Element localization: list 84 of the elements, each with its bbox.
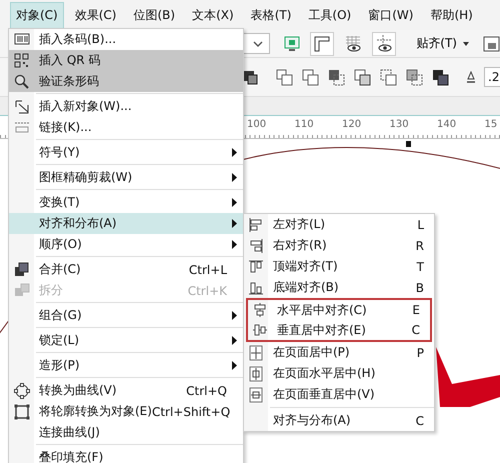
menu-item[interactable]: 转换为曲线(V) Ctrl+Q [9, 380, 243, 401]
square-nodes-icon [14, 404, 30, 420]
snap-button[interactable]: 贴齐(T) [412, 33, 473, 54]
pen-icon [467, 71, 475, 83]
submenu-arrow-icon [232, 311, 237, 320]
menu-item[interactable]: 位图(B) [128, 2, 182, 28]
image-icon[interactable] [483, 36, 500, 52]
menu-item[interactable]: 将轮廓转换为对象(E)Ctrl+Shift+Q [9, 401, 243, 422]
menu-item[interactable]: 变换(T) [9, 192, 243, 213]
menu-item[interactable]: 锁定(L) [9, 330, 243, 351]
align-bottom-icon [248, 280, 264, 296]
menu-item[interactable]: 帮助(H) [424, 2, 479, 28]
menu-item[interactable]: 右对齐(R) R [244, 235, 434, 256]
menu-item[interactable]: 在页面居中(P) P [244, 342, 434, 363]
menu-item[interactable]: 图框精确剪裁(W) [9, 167, 243, 188]
menu-item[interactable]: 水平居中对齐(C) E [248, 300, 430, 320]
polygon-shape [436, 347, 500, 407]
menu-item[interactable]: 效果(C) [68, 2, 122, 28]
ruler-label: 130 [390, 119, 409, 130]
submenu-arrow-icon [232, 148, 237, 157]
menu-item[interactable]: 文本(X) [186, 2, 240, 28]
menu-item[interactable]: 底端对齐(B) B [244, 277, 434, 298]
menu-item[interactable]: 垂直居中对齐(E) C [248, 320, 430, 340]
combine-icon [14, 262, 30, 278]
menu-item[interactable]: 连接曲线(J) [9, 422, 243, 443]
ruler-label: 100 [247, 119, 266, 130]
menu-item[interactable]: 表格(T) [244, 2, 298, 28]
menu-item[interactable]: 窗口(W) [362, 2, 420, 28]
submenu-arrow-icon [232, 173, 237, 182]
align-top-icon [248, 258, 264, 274]
menu-item[interactable]: 顺序(O) [9, 234, 243, 255]
corner-icon[interactable] [313, 34, 332, 52]
ruler-label: 140 [437, 119, 456, 130]
ruler-label: 15 [484, 119, 498, 130]
magnifier-icon [14, 74, 30, 90]
chevron-icon [253, 40, 264, 48]
menu-item[interactable]: 在页面水平居中(H) [244, 363, 434, 384]
insert-object-icon [14, 98, 30, 114]
dropdown-field[interactable] [243, 33, 270, 54]
barcode-icon [14, 32, 30, 48]
menu-item[interactable]: 对齐与分布(A) C [244, 410, 434, 431]
grid-eye-icon[interactable] [344, 34, 362, 52]
overlap-squares-icon[interactable] [432, 68, 449, 86]
menu-item[interactable]: 造形(P) [9, 355, 243, 376]
menu-item[interactable]: 叠印填充(F) [9, 447, 243, 463]
menu-item[interactable]: 验证条形码 [9, 71, 243, 92]
menu-item[interactable]: 插入 QR 码 [9, 50, 243, 71]
submenu-arrow-icon [232, 219, 237, 228]
menu-item[interactable]: 对象(C) [10, 2, 64, 28]
submenu-arrow-icon [232, 240, 237, 249]
menu-item[interactable]: 工具(O) [302, 2, 358, 28]
align-center-vertical-icon [252, 322, 268, 338]
align-center-horizontal-icon [252, 302, 268, 318]
menu-item[interactable]: 符号(Y) [9, 142, 243, 163]
menu-item[interactable]: 顶端对齐(T) T [244, 256, 434, 277]
ruler-label: 110 [294, 119, 314, 130]
menu-item[interactable]: 合并(C) Ctrl+L [9, 259, 243, 280]
menu-item[interactable]: 插入条码(B)... [9, 29, 243, 50]
overlap-squares-icon[interactable] [354, 68, 371, 86]
menu-item[interactable]: 左对齐(L) L [244, 214, 434, 235]
page-center-vertical-icon [248, 386, 264, 402]
guide-eye-icon[interactable] [375, 34, 394, 52]
menu-item[interactable]: 在页面垂直居中(V) [244, 384, 434, 405]
qr-code-icon [14, 52, 30, 68]
monitor-icon[interactable] [284, 36, 300, 52]
align-left-icon [248, 216, 264, 232]
menu-item[interactable]: 组合(G) [9, 305, 243, 326]
break-apart-icon [14, 282, 30, 298]
submenu-arrow-icon [232, 336, 237, 345]
page-center-horizontal-icon [248, 366, 264, 382]
ole-icon [14, 120, 30, 136]
selection-handle [406, 141, 411, 147]
outline-width-field[interactable]: .2 [484, 67, 500, 87]
overlap-squares-icon[interactable] [328, 68, 345, 86]
overlap-squares-icon[interactable] [243, 70, 258, 84]
menu-item[interactable]: 链接(K)... [9, 117, 243, 138]
page-center-icon [248, 344, 264, 360]
submenu-arrow-icon [232, 198, 237, 207]
menu-item[interactable]: 对齐和分布(A) [9, 213, 243, 234]
ruler-label: 120 [342, 119, 362, 130]
align-right-icon [248, 238, 264, 254]
caret-icon [463, 42, 469, 46]
submenu-arrow-icon [232, 361, 237, 370]
circle-nodes-icon [14, 382, 30, 398]
